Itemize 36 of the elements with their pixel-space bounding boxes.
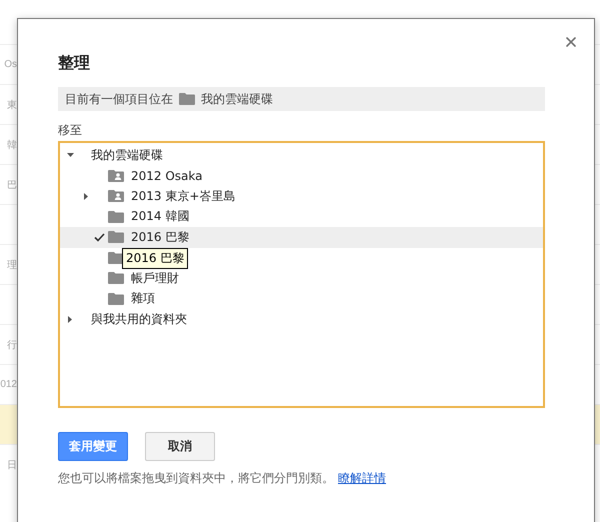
dialog-title: 整理	[58, 53, 91, 73]
folder-icon	[108, 210, 124, 223]
expand-arrow-icon[interactable]	[84, 192, 88, 200]
folder-tree-item[interactable]: 2013 東京+峇里島	[60, 186, 543, 206]
folder-tree-item[interactable]: 我的雲端硬碟	[60, 145, 543, 166]
background-row-text: 理	[7, 258, 17, 272]
move-to-label: 移至	[58, 122, 83, 138]
location-folder-name: 我的雲端硬碟	[201, 90, 273, 108]
folder-tree-item[interactable]: 帳戶理財	[60, 268, 543, 288]
folder-icon	[108, 292, 124, 305]
expand-arrow-icon[interactable]	[68, 316, 72, 323]
background-row-text: 東	[7, 98, 17, 112]
close-icon[interactable]	[563, 34, 579, 50]
folder-icon	[108, 231, 124, 244]
shared-folder-icon	[108, 190, 124, 202]
background-row-text: 韓	[7, 138, 17, 152]
folder-tree-item[interactable]: 2016 巴黎	[60, 227, 543, 248]
collapse-arrow-icon[interactable]	[66, 153, 74, 158]
learn-more-link[interactable]: 瞭解詳情	[338, 471, 386, 485]
background-row-text: 012	[0, 379, 17, 390]
folder-icon	[108, 272, 124, 284]
background-row-text: Os	[4, 59, 17, 70]
tooltip: 2016 巴黎	[122, 248, 188, 269]
background-row-text: 日	[7, 458, 17, 472]
background-row-text: 行	[7, 338, 17, 352]
background-row-text: 巴	[7, 178, 17, 192]
cancel-button[interactable]: 取消	[145, 432, 215, 461]
folder-tree-item[interactable]: 與我共用的資料夾	[60, 309, 543, 330]
folder-tree-item[interactable]: 2012 Osaka	[60, 166, 543, 186]
help-text: 您也可以將檔案拖曳到資料夾中，將它們分門別類。 瞭解詳情	[58, 470, 387, 487]
shared-folder-icon	[108, 170, 124, 182]
folder-tree-item[interactable]: 雜項	[60, 288, 543, 309]
location-text: 目前有一個項目位在	[65, 90, 173, 108]
checkmark-icon	[94, 232, 104, 242]
folder-icon	[179, 93, 195, 105]
folder-tree-item[interactable]: 2014 韓國	[60, 206, 543, 227]
